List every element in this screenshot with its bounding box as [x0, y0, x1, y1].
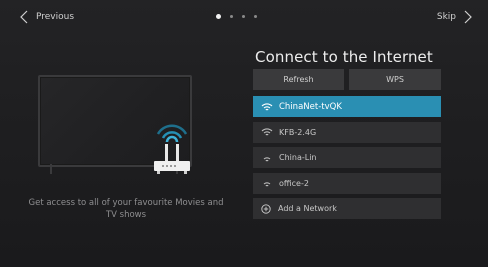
- network-item-chinanet-tvqk[interactable]: ChinaNet-tvQK: [253, 96, 441, 117]
- tv-router-illustration: [30, 72, 220, 182]
- tv-stand-left: [50, 164, 52, 174]
- wifi-icon: [261, 128, 273, 136]
- page-dot-4: [254, 15, 257, 18]
- network-name: office-2: [279, 178, 309, 188]
- add-network-label: Add a Network: [278, 204, 337, 213]
- network-name: KFB-2.4G: [279, 127, 317, 137]
- skip-button[interactable]: Skip: [437, 10, 474, 24]
- add-network-button[interactable]: Add a Network: [253, 198, 441, 219]
- network-name: ChinaNet-tvQK: [279, 101, 342, 112]
- tagline-text: Get access to all of your favourite Movi…: [28, 198, 224, 220]
- network-item-china-lin[interactable]: China-Lin: [253, 147, 441, 168]
- wifi-icon: [263, 156, 271, 161]
- router-icon: [154, 124, 190, 174]
- page-dot-2: [230, 15, 233, 18]
- wifi-icon: [261, 102, 273, 110]
- previous-label: Previous: [36, 12, 75, 22]
- network-item-kfb-2-4g[interactable]: KFB-2.4G: [253, 121, 441, 143]
- chevron-left-icon: [20, 10, 28, 24]
- skip-label: Skip: [436, 12, 456, 22]
- page-dot-1: [216, 14, 221, 19]
- wifi-icon: [263, 182, 271, 187]
- wps-button[interactable]: WPS: [349, 69, 441, 90]
- chevron-right-icon: [464, 10, 472, 24]
- network-list: ChinaNet-tvQK KFB-2.4G China-Lin office-…: [253, 96, 441, 198]
- page-indicator: [216, 14, 257, 19]
- page-dot-3: [242, 15, 245, 18]
- plus-circle-icon: [261, 203, 271, 214]
- refresh-button[interactable]: Refresh: [253, 69, 344, 90]
- network-name: China-Lin: [279, 153, 317, 162]
- setup-screen: Previous Skip Get access to all of your …: [0, 0, 488, 267]
- page-title: Connect to the Internet: [255, 48, 433, 66]
- previous-button[interactable]: Previous: [18, 10, 74, 24]
- network-item-office-2[interactable]: office-2: [253, 172, 441, 194]
